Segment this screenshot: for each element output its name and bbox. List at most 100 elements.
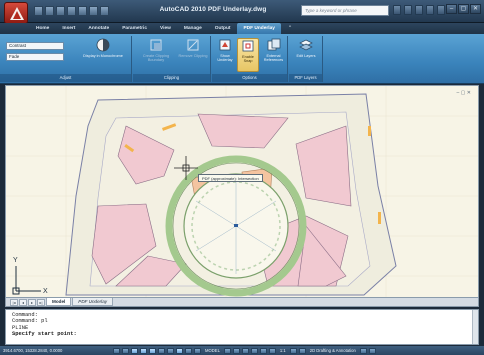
tab-view[interactable]: View — [154, 23, 177, 34]
show-underlay-icon — [219, 39, 231, 51]
subscription-center-icon[interactable] — [404, 5, 412, 15]
external-references-button[interactable]: External References — [260, 38, 287, 72]
panel-title-adjust: Adjust — [0, 74, 131, 82]
snap-mode-icon[interactable] — [113, 347, 120, 354]
favorites-star-icon[interactable] — [426, 5, 434, 15]
save-icon[interactable] — [56, 6, 65, 16]
contrast-slider[interactable]: Contrast — [6, 42, 64, 50]
command-line-scrollbar[interactable] — [472, 310, 478, 344]
panel-adjust: Contrast Fade Display in Monochrome Adju… — [0, 36, 132, 82]
next-layout-button[interactable]: ▸ — [28, 298, 36, 306]
tab-parametric[interactable]: Parametric — [116, 23, 153, 34]
coordinate-readout[interactable]: 3914.6700, 15328.2840, 0.0000 — [3, 348, 111, 353]
redo-icon[interactable] — [78, 6, 87, 16]
polar-tracking-icon[interactable] — [140, 347, 147, 354]
show-underlay-button[interactable]: Show Underlay — [214, 38, 236, 72]
tab-home[interactable]: Home — [30, 23, 55, 34]
tab-model[interactable]: Model — [46, 298, 72, 306]
panel-title-clipping: Clipping — [133, 74, 210, 82]
ucs-icon — [12, 266, 41, 295]
workspace-switch-label[interactable]: 2D Drafting & Annotation — [308, 348, 358, 353]
ribbon-tabs: Home Insert Annotate Parametric View Man… — [0, 23, 484, 34]
command-prompt[interactable]: Specify start point: — [12, 331, 472, 337]
tab-output[interactable]: Output — [209, 23, 237, 34]
infocenter-tools — [393, 5, 445, 15]
autocad-logo-icon — [10, 7, 24, 20]
ucs-y-label: Y — [13, 257, 18, 264]
zoom-icon[interactable] — [250, 347, 258, 354]
annotation-visibility-icon[interactable] — [289, 347, 297, 354]
panel-title-options: Options — [212, 74, 287, 82]
status-bar: 3914.6700, 15328.2840, 0.0000 MODEL 1:1 … — [0, 346, 484, 355]
quick-view-layouts-icon[interactable] — [223, 347, 231, 354]
open-file-icon[interactable] — [45, 6, 54, 16]
edit-layers-button[interactable]: Edit Layers — [293, 38, 319, 72]
create-clipping-button[interactable]: Create Clipping Boundary — [137, 38, 175, 72]
tab-insert[interactable]: Insert — [56, 23, 81, 34]
search-input[interactable]: Type a keyword or phrase — [301, 5, 389, 16]
dynamic-input-icon[interactable] — [176, 347, 183, 354]
tab-pdf-underlay[interactable]: PDF Underlay — [237, 23, 281, 34]
plot-icon[interactable] — [89, 6, 98, 16]
panel-title-pdf-layers: PDF Layers — [289, 74, 322, 82]
showmotion-icon[interactable] — [268, 347, 276, 354]
clip-remove-icon — [187, 39, 199, 51]
ribbon-minimize-toggle[interactable]: ⌃ — [282, 23, 298, 34]
panel-pdf-layers: Edit Layers PDF Layers — [289, 36, 323, 82]
pdf-underlay-drawing: Y X — [6, 86, 478, 297]
panel-clipping: Create Clipping Boundary Remove Clipping… — [133, 36, 211, 82]
ribbon-panel-area: Contrast Fade Display in Monochrome Adju… — [0, 34, 484, 84]
drawing-canvas[interactable]: Y X – ▢ ✕ PDF (approximate): Intersectio… — [5, 85, 479, 298]
grid-display-icon[interactable] — [122, 347, 129, 354]
xref-icon — [267, 38, 280, 51]
lock-icon[interactable] — [359, 347, 367, 354]
quick-view-drawings-icon[interactable] — [232, 347, 240, 354]
pan-icon[interactable] — [241, 347, 249, 354]
auto-scale-icon[interactable] — [298, 347, 306, 354]
ucs-x-label: X — [43, 288, 48, 295]
annotation-scale-label[interactable]: 1:1 — [278, 348, 288, 353]
title-bar: AutoCAD 2010 PDF Underlay.dwg Type a key… — [0, 0, 484, 24]
help-icon[interactable] — [437, 5, 445, 15]
panel-options: Show Underlay Enable Snap External Refer… — [212, 36, 288, 82]
clip-create-icon — [150, 39, 162, 51]
object-snap-icon[interactable] — [149, 347, 156, 354]
window-title: AutoCAD 2010 PDF Underlay.dwg — [159, 6, 267, 13]
maximize-button[interactable]: ▢ — [458, 4, 469, 14]
tab-manage[interactable]: Manage — [178, 23, 208, 34]
last-layout-button[interactable]: ▸| — [37, 298, 45, 306]
fade-slider[interactable]: Fade — [6, 53, 64, 61]
window-controls: – ▢ ✕ — [446, 4, 481, 14]
center-marker — [234, 224, 238, 227]
monochrome-button[interactable]: Display in Monochrome — [76, 38, 130, 72]
first-layout-button[interactable]: |◂ — [10, 298, 18, 306]
prev-layout-button[interactable]: ◂ — [19, 298, 27, 306]
dynamic-ucs-icon[interactable] — [167, 347, 174, 354]
viewport-controls[interactable]: – ▢ ✕ — [457, 90, 471, 96]
model-space-label[interactable]: MODEL — [203, 348, 222, 353]
steering-wheel-icon[interactable] — [259, 347, 267, 354]
minimize-button[interactable]: – — [446, 4, 457, 14]
layout-tabs-bar: |◂ ◂ ▸ ▸| Model PDF Underlay — [5, 298, 479, 307]
qat-dropdown-icon[interactable] — [100, 6, 109, 16]
tab-pdf-underlay-layout[interactable]: PDF Underlay — [72, 298, 114, 306]
command-line[interactable]: Command: Command: pl PLINE Specify start… — [5, 309, 479, 345]
application-menu-button[interactable] — [4, 2, 28, 24]
object-snap-tracking-icon[interactable] — [158, 347, 165, 354]
search-icon[interactable] — [393, 5, 401, 15]
lineweight-icon[interactable] — [185, 347, 192, 354]
ortho-mode-icon[interactable] — [131, 347, 138, 354]
remove-clipping-button[interactable]: Remove Clipping — [177, 38, 209, 72]
snap-icon — [242, 40, 254, 52]
close-button[interactable]: ✕ — [470, 4, 481, 14]
quick-properties-icon[interactable] — [194, 347, 201, 354]
undo-icon[interactable] — [67, 6, 76, 16]
clean-screen-icon[interactable] — [368, 347, 376, 354]
quick-access-toolbar — [34, 6, 109, 17]
tab-annotate[interactable]: Annotate — [82, 23, 115, 34]
enable-snap-button[interactable]: Enable Snap — [237, 38, 259, 72]
snap-tooltip: PDF (approximate): Intersection — [198, 174, 263, 182]
monochrome-icon — [96, 38, 110, 52]
communication-center-icon[interactable] — [415, 5, 423, 15]
new-file-icon[interactable] — [34, 6, 43, 16]
